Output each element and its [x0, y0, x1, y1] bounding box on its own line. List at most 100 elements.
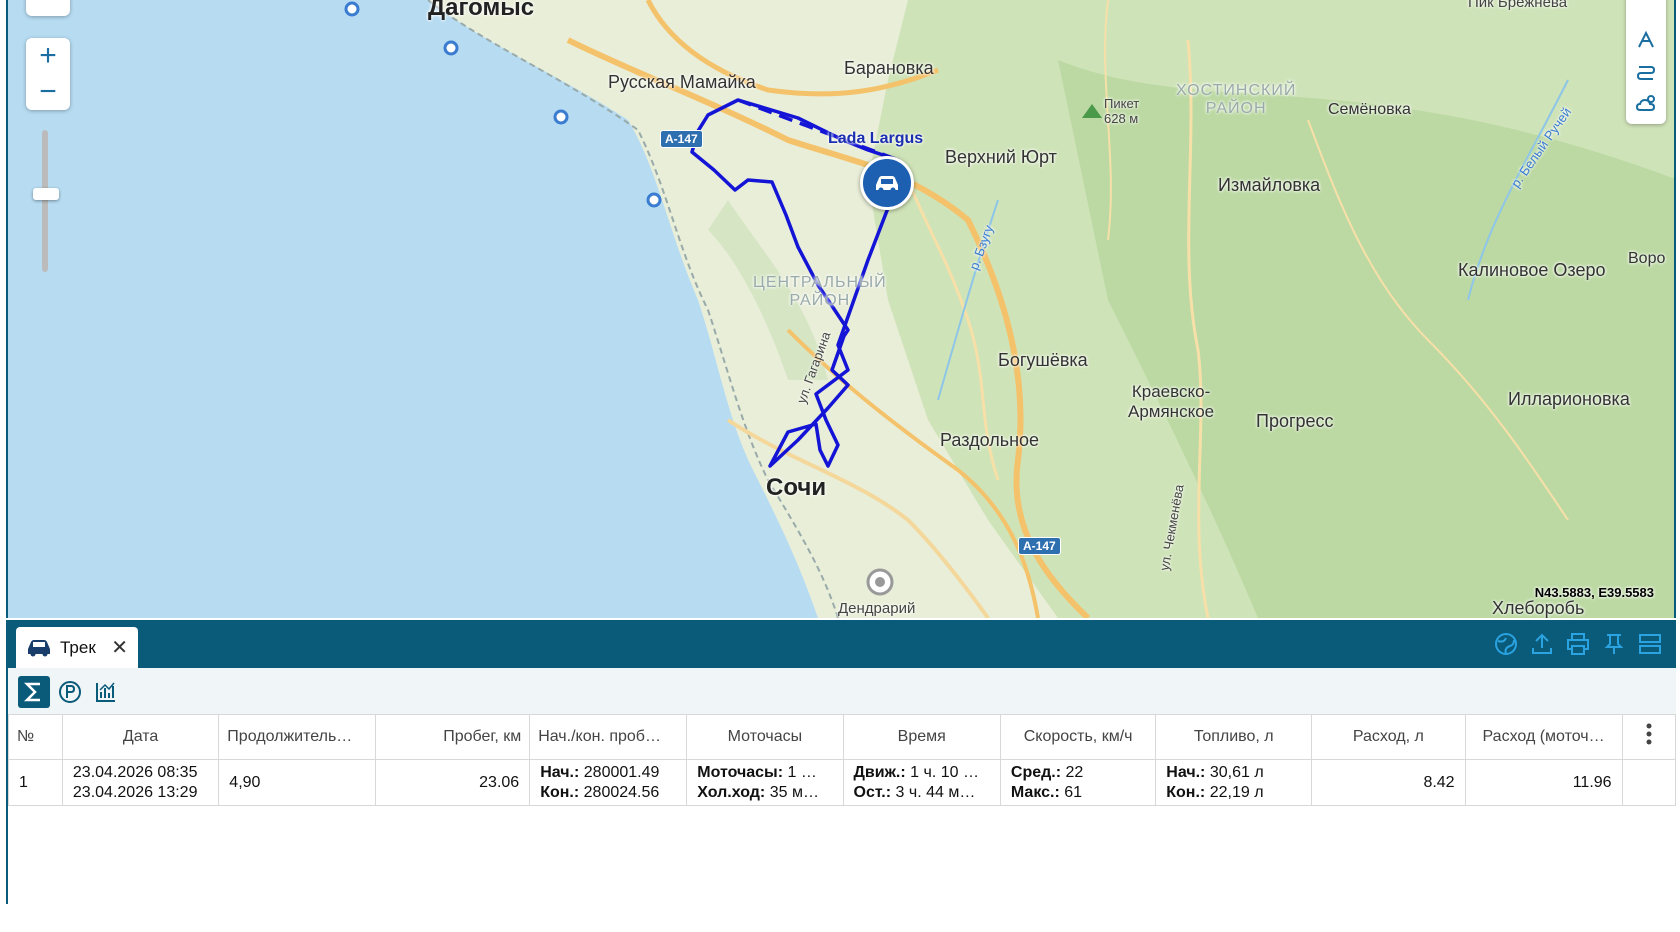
place-dagomys: Дагомыс: [428, 0, 535, 21]
column-header-speed[interactable]: Скорость, км/ч: [999, 714, 1157, 760]
place-verkhniy-yurt: Верхний Юрт: [945, 147, 1057, 167]
car-icon: [28, 639, 50, 656]
tab-track-label: Трек: [60, 637, 96, 657]
label-start: Нач.:: [540, 763, 580, 781]
cell-motohours: Моточасы: 1 … Хол.ход: 35 м…: [686, 759, 844, 806]
column-header-motohours[interactable]: Моточасы: [686, 714, 844, 760]
sum-icon[interactable]: [18, 676, 50, 708]
label-fuel-end: Кон.:: [1166, 783, 1206, 801]
label-avg: Сред.:: [1010, 763, 1062, 781]
cell-empty: [1621, 759, 1677, 806]
column-header-mileage[interactable]: Пробег, км: [375, 714, 531, 760]
zoom-slider[interactable]: [33, 130, 59, 272]
cell-fuel: Нач.: 30,61 л Кон.: 22,19 л: [1155, 759, 1313, 806]
zoom-slider-thumb[interactable]: [33, 188, 59, 200]
vehicle-label[interactable]: Lada Largus: [828, 130, 923, 148]
label-moving: Движ.:: [853, 763, 906, 781]
place-piket: Пикет 628 м: [1104, 96, 1140, 126]
label-max: Макс.:: [1010, 783, 1060, 801]
zoom-extent-button[interactable]: [26, 0, 70, 16]
cell-num: 1: [8, 759, 63, 806]
weather-icon[interactable]: [1631, 88, 1661, 120]
cell-time: Движ.: 1 ч. 10 … Ост.: 3 ч. 44 м…: [842, 759, 1001, 806]
chart-icon[interactable]: [90, 676, 122, 708]
column-header-consumption-moto[interactable]: Расход (моточ…: [1464, 714, 1623, 760]
date-start: 23.04.2026 08:35: [72, 763, 198, 781]
label-idle: Хол.ход:: [697, 783, 766, 801]
place-dendrariy: Дендрарий: [838, 600, 916, 617]
fuel-start: 30,61 л: [1209, 763, 1264, 781]
speed-max: 61: [1064, 783, 1083, 801]
close-icon[interactable]: ✕: [111, 635, 128, 660]
track-table-area: № Дата Продолжитель… Пробег, км Нач./кон…: [6, 714, 1677, 904]
upload-icon[interactable]: [1528, 630, 1556, 658]
idle-value: 35 м…: [769, 783, 819, 801]
map-view[interactable]: Дагомыс Русская Мамайка Барановка Верхни…: [6, 0, 1676, 618]
stopped-value: 3 ч. 44 м…: [895, 783, 976, 801]
column-header-duration[interactable]: Продолжитель…: [218, 714, 377, 760]
place-illarionovka: Илларионовка: [1508, 389, 1630, 409]
place-kraevsko: Краевско- Армянское: [1128, 382, 1215, 421]
route-icon[interactable]: [1631, 56, 1661, 88]
column-header-num[interactable]: №: [8, 714, 63, 760]
print-icon[interactable]: [1564, 630, 1592, 658]
road-badge-a147: A-147: [660, 130, 703, 148]
place-izmailovka: Измайловка: [1218, 175, 1321, 195]
cell-consumption-moto: 11.96: [1464, 759, 1623, 806]
map-tools: [1626, 0, 1666, 124]
place-voro: Воро: [1628, 250, 1666, 267]
track-table: № Дата Продолжитель… Пробег, км Нач./кон…: [8, 714, 1677, 806]
tab-track[interactable]: Трек ✕: [16, 627, 138, 668]
track-toolbar: [6, 668, 1676, 714]
place-baranovka: Барановка: [844, 58, 934, 78]
column-header-mileage-start-end[interactable]: Нач./кон. проб…: [529, 714, 688, 760]
layout-icon[interactable]: [1636, 630, 1664, 658]
column-menu-button[interactable]: [1621, 714, 1677, 760]
more-vertical-icon: [1646, 723, 1652, 745]
parking-icon[interactable]: [54, 676, 86, 708]
place-progress: Прогресс: [1256, 411, 1334, 431]
road-badge-a147: A-147: [1018, 537, 1061, 555]
column-header-date[interactable]: Дата: [61, 714, 220, 760]
zoom-control: + −: [26, 38, 70, 110]
zoom-out-button[interactable]: −: [26, 74, 70, 110]
place-semenovka: Семёновка: [1328, 101, 1411, 118]
cell-mileage: 23.06: [375, 759, 531, 806]
place-razdolnoe: Раздольное: [940, 430, 1040, 450]
mileage-start: 280001.49: [583, 763, 660, 781]
fuel-end: 22,19 л: [1209, 783, 1264, 801]
district-khostinskiy: ХОСТИНСКИЙ РАЙОН: [1176, 82, 1297, 117]
vehicle-marker[interactable]: [860, 156, 914, 210]
moving-value: 1 ч. 10 …: [910, 763, 979, 781]
table-header-row: № Дата Продолжитель… Пробег, км Нач./кон…: [8, 714, 1677, 760]
label-stopped: Ост.:: [853, 783, 892, 801]
column-header-consumption[interactable]: Расход, л: [1311, 714, 1466, 760]
speed-avg: 22: [1065, 763, 1084, 781]
panel-header: Трек ✕: [6, 620, 1676, 668]
car-icon: [876, 176, 898, 193]
cell-duration: 4,90: [218, 759, 377, 806]
cell-mileage-start-end: Нач.: 280001.49 Кон.: 280024.56: [529, 759, 688, 806]
pin-icon[interactable]: [1600, 630, 1628, 658]
place-russkaya-mamaika: Русская Мамайка: [608, 72, 756, 92]
place-sochi: Сочи: [766, 474, 827, 501]
district-tsentralny: ЦЕНТРАЛЬНЫЙ РАЙОН: [753, 274, 887, 309]
place-khlebororob: Хлеборобь: [1492, 598, 1585, 618]
table-row[interactable]: 1 23.04.2026 08:35 23.04.2026 13:29 4,90…: [8, 759, 1677, 806]
column-header-time[interactable]: Время: [842, 714, 1001, 760]
ruler-icon[interactable]: [1631, 24, 1661, 56]
cell-speed: Сред.: 22 Макс.: 61: [999, 759, 1157, 806]
place-pik-brezhneva: Пик Брежнева: [1468, 0, 1568, 11]
cell-date: 23.04.2026 08:35 23.04.2026 13:29: [61, 759, 220, 806]
mileage-end: 280024.56: [583, 783, 660, 801]
zoom-in-button[interactable]: +: [26, 38, 70, 74]
column-header-fuel[interactable]: Топливо, л: [1155, 714, 1313, 760]
coordinate-readout: N43.5883, E39.5583: [1534, 585, 1654, 600]
place-kalinovoe: Калиновое Озеро: [1458, 260, 1606, 280]
motohours-value: 1 …: [787, 763, 817, 781]
label-end: Кон.:: [540, 783, 580, 801]
label-fuel-start: Нач.:: [1166, 763, 1206, 781]
label-motohours: Моточасы:: [697, 763, 784, 781]
globe-icon[interactable]: [1492, 630, 1520, 658]
place-bogushevka: Богушёвка: [998, 350, 1088, 370]
